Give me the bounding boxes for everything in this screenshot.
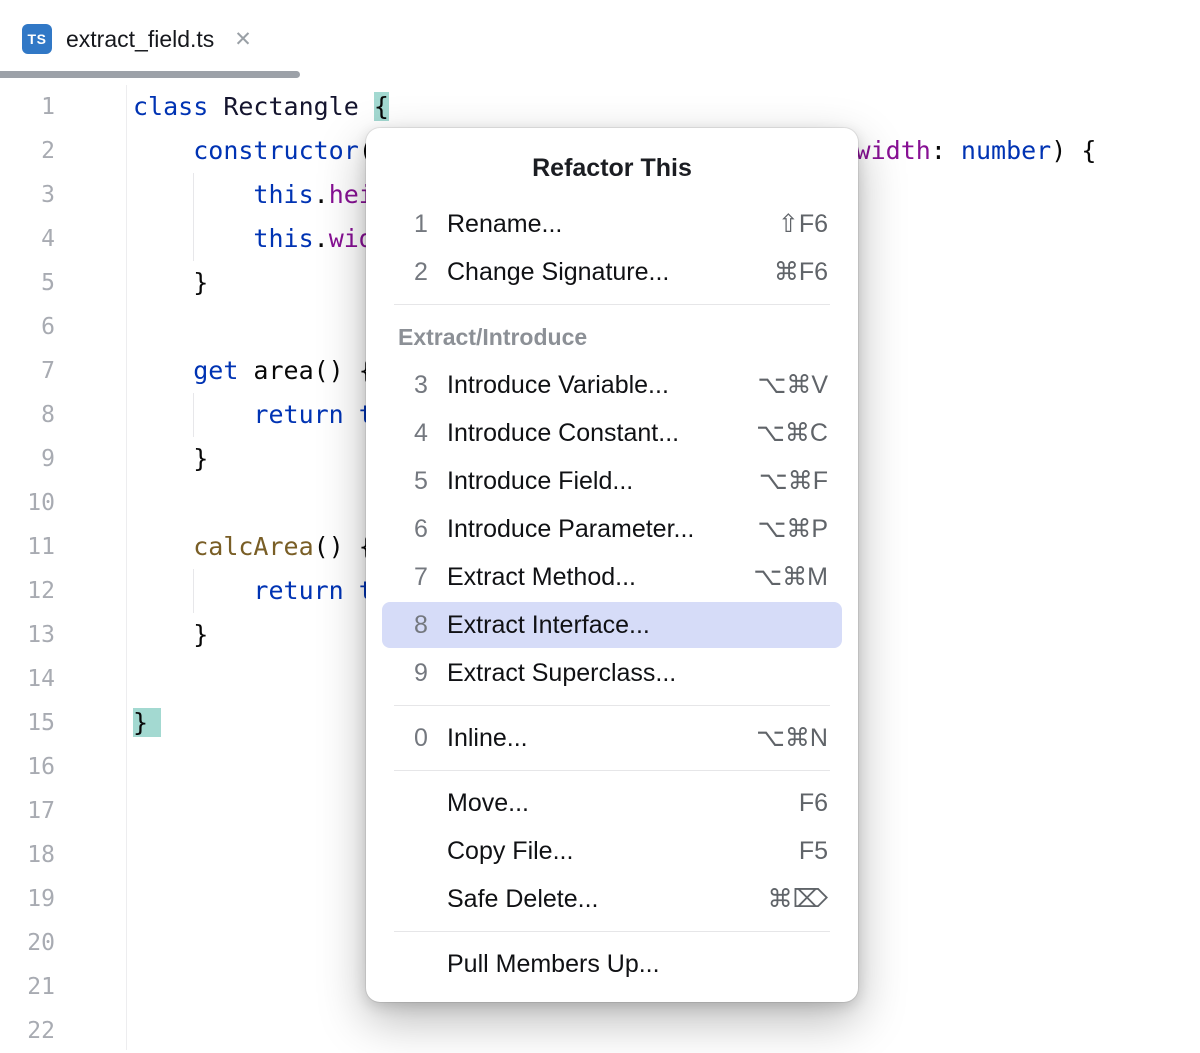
menu-item-shortcut: ⌥⌘F [759, 466, 828, 496]
menu-separator [366, 923, 858, 940]
menu-item-label: Introduce Field... [447, 467, 747, 496]
refactor-popup: Refactor This 1Rename... ⇧F6 2Change Signa… [366, 128, 858, 1002]
menu-item-label: Rename... [447, 210, 766, 239]
line-number[interactable]: 7 [0, 349, 55, 393]
menu-item-label: Safe Delete... [447, 885, 756, 914]
menu-item-shortcut: ⌘⌦ [768, 884, 828, 914]
menu-item-mnemonic: 3 [414, 371, 447, 400]
menu-section-header: Extract/Introduce [366, 313, 858, 361]
menu-item-pull-members-up[interactable]: Pull Members Up... [366, 940, 858, 988]
menu-item-label: Extract Superclass... [447, 659, 828, 688]
menu-item-mnemonic: 2 [414, 258, 447, 287]
code-text: get area() { [133, 349, 374, 393]
menu-item-label: Extract Method... [447, 563, 741, 592]
menu-item-shortcut: ⌥⌘V [758, 370, 828, 400]
menu-item-shortcut: ⌥⌘C [756, 418, 828, 448]
menu-item-label: Introduce Parameter... [447, 515, 746, 544]
code-line[interactable]: 1 class Rectangle { [0, 85, 1200, 129]
menu-item-mnemonic: 1 [414, 210, 447, 239]
menu-item-shortcut: ⌥⌘M [753, 562, 828, 592]
line-number[interactable]: 4 [0, 217, 55, 261]
menu-item-shortcut: F5 [799, 837, 828, 866]
menu-item-rename[interactable]: 1Rename... ⇧F6 [366, 200, 858, 248]
menu-item-mnemonic: 9 [414, 659, 447, 688]
gutter-separator [126, 85, 127, 1050]
menu-item-label: Introduce Variable... [447, 371, 746, 400]
code-line[interactable]: 22 [0, 1009, 1200, 1053]
indent-guide [193, 393, 194, 437]
tab-filename: extract_field.ts [66, 26, 214, 53]
menu-item-move[interactable]: Move... F6 [366, 779, 858, 827]
menu-item-extract-method[interactable]: 7Extract Method... ⌥⌘M [366, 553, 858, 601]
typescript-file-icon: TS [22, 24, 52, 54]
line-number[interactable]: 5 [0, 261, 55, 305]
line-number[interactable]: 12 [0, 569, 55, 613]
tab-extract-field-ts[interactable]: TS extract_field.ts ✕ [22, 0, 252, 78]
line-number[interactable]: 14 [0, 657, 55, 701]
menu-item-label: Copy File... [447, 837, 787, 866]
menu-item-label: Inline... [447, 724, 744, 753]
line-number[interactable]: 13 [0, 613, 55, 657]
menu-item-label: Introduce Constant... [447, 419, 744, 448]
line-number[interactable]: 20 [0, 921, 55, 965]
menu-item-mnemonic: 5 [414, 467, 447, 496]
line-number[interactable]: 8 [0, 393, 55, 437]
menu-item-inline[interactable]: 0Inline... ⌥⌘N [366, 714, 858, 762]
line-number[interactable]: 17 [0, 789, 55, 833]
menu-item-shortcut: ⌥⌘N [756, 723, 828, 753]
menu-separator [366, 762, 858, 779]
code-text: } [133, 613, 208, 657]
line-number[interactable]: 6 [0, 305, 55, 349]
close-icon[interactable]: ✕ [234, 29, 252, 50]
menu-item-mnemonic: 8 [414, 611, 447, 640]
menu-item-copy-file[interactable]: Copy File... F5 [366, 827, 858, 875]
line-number[interactable]: 1 [0, 85, 55, 129]
code-text: calcArea() { [133, 525, 374, 569]
tab-bar: TS extract_field.ts ✕ [0, 0, 1200, 78]
tab-underline [0, 71, 300, 78]
line-number[interactable]: 22 [0, 1009, 55, 1053]
code-text: } [133, 261, 208, 305]
menu-item-label: Extract Interface... [447, 611, 828, 640]
menu-item-mnemonic: 4 [414, 419, 447, 448]
menu-item-label: Move... [447, 789, 787, 818]
menu-item-mnemonic: 7 [414, 563, 447, 592]
menu-item-mnemonic: 6 [414, 515, 447, 544]
line-number[interactable]: 19 [0, 877, 55, 921]
line-number[interactable]: 18 [0, 833, 55, 877]
code-text: } [133, 701, 161, 745]
code-text: class Rectangle { [133, 85, 389, 129]
menu-separator [366, 296, 858, 313]
line-number[interactable]: 9 [0, 437, 55, 481]
menu-item-change-signature[interactable]: 2Change Signature... ⌘F6 [366, 248, 858, 296]
menu-item-introduce-constant[interactable]: 4Introduce Constant... ⌥⌘C [366, 409, 858, 457]
menu-separator [366, 697, 858, 714]
menu-item-introduce-variable[interactable]: 3Introduce Variable... ⌥⌘V [366, 361, 858, 409]
menu-item-extract-interface[interactable]: 8Extract Interface... [366, 601, 858, 649]
line-number[interactable]: 16 [0, 745, 55, 789]
menu-item-introduce-parameter[interactable]: 6Introduce Parameter... ⌥⌘P [366, 505, 858, 553]
menu-item-introduce-field[interactable]: 5Introduce Field... ⌥⌘F [366, 457, 858, 505]
line-number[interactable]: 21 [0, 965, 55, 1009]
indent-guide [193, 173, 194, 261]
popup-title: Refactor This [366, 142, 858, 200]
menu-item-label: Change Signature... [447, 258, 762, 287]
line-number[interactable]: 11 [0, 525, 55, 569]
menu-item-extract-superclass[interactable]: 9Extract Superclass... [366, 649, 858, 697]
menu-item-safe-delete[interactable]: Safe Delete... ⌘⌦ [366, 875, 858, 923]
code-text: } [133, 437, 208, 481]
menu-item-shortcut: ⌘F6 [774, 257, 828, 287]
menu-item-shortcut: F6 [799, 789, 828, 818]
indent-guide [193, 569, 194, 613]
menu-item-mnemonic: 0 [414, 724, 447, 753]
menu-item-label: Pull Members Up... [447, 950, 828, 979]
refactor-menu-items: 1Rename... ⇧F6 2Change Signature... ⌘F6 Extr… [366, 200, 858, 988]
line-number[interactable]: 15 [0, 701, 55, 745]
line-number[interactable]: 3 [0, 173, 55, 217]
menu-item-shortcut: ⇧F6 [778, 209, 828, 239]
line-number[interactable]: 10 [0, 481, 55, 525]
line-number[interactable]: 2 [0, 129, 55, 173]
menu-item-shortcut: ⌥⌘P [758, 514, 828, 544]
